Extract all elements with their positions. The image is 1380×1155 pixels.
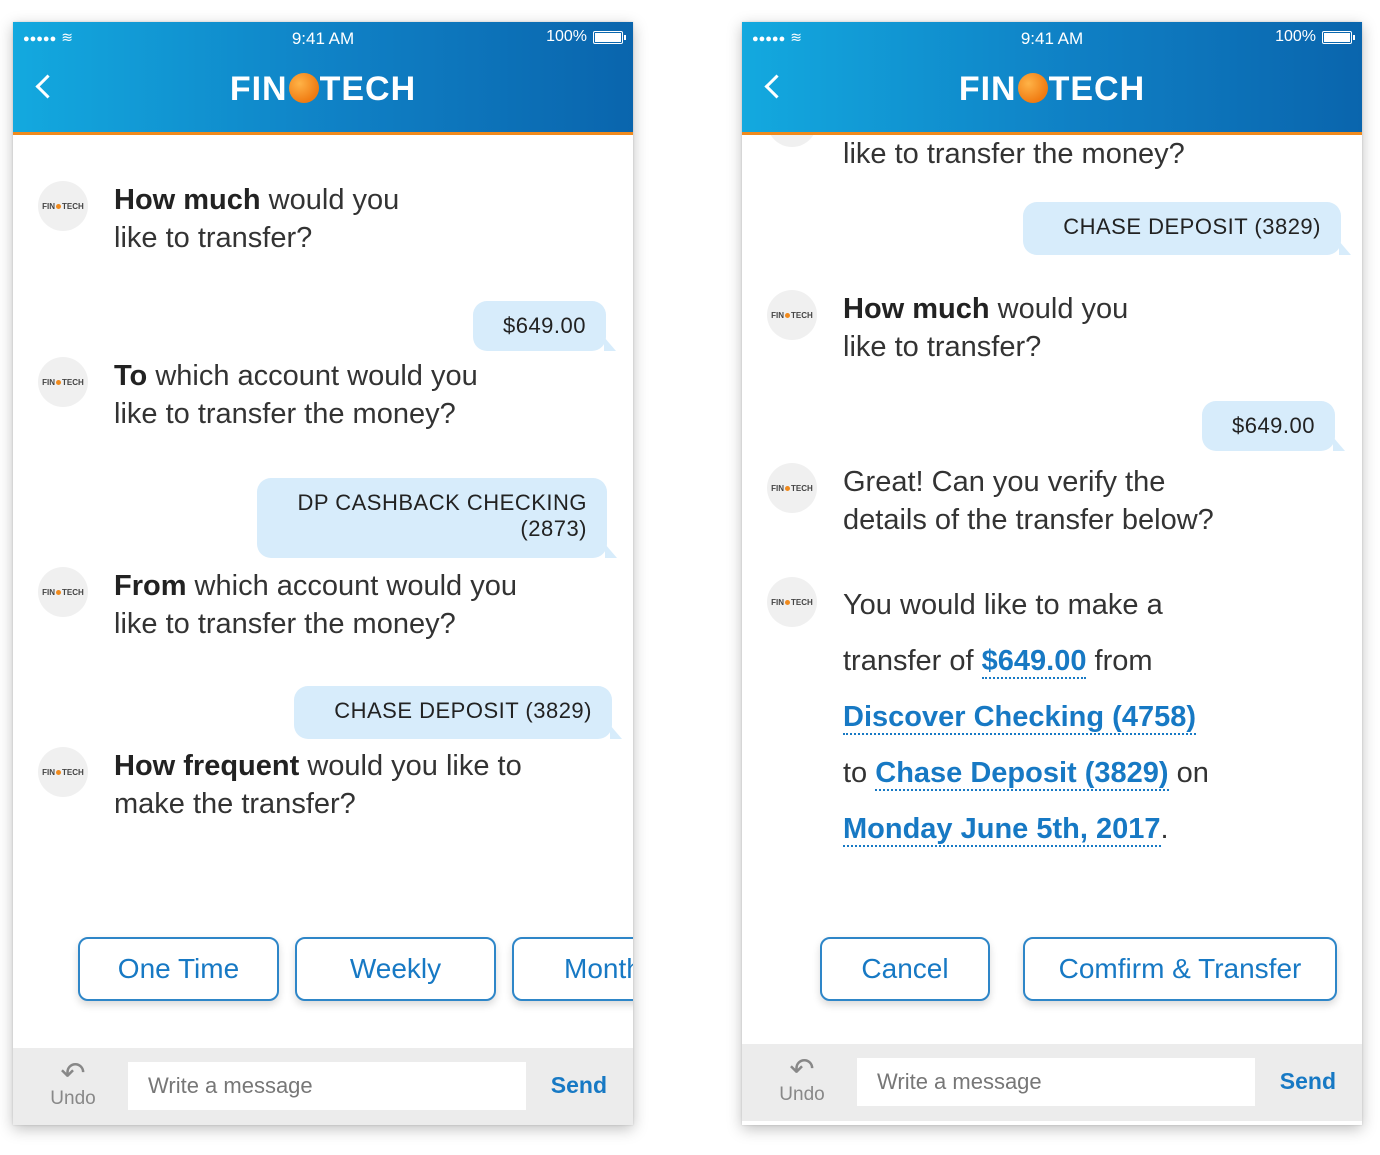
bot-message: FIN TECH Great! Can you verify the details…: [767, 463, 1214, 539]
avatar: FIN TECH: [767, 290, 817, 340]
app-header: ●●●●● ≋ 9:41 AM 100% FIN TECH: [742, 22, 1362, 135]
option-one-time-button[interactable]: One Time: [78, 937, 279, 1001]
transfer-summary-text: You would like to make a transfer of $64…: [843, 589, 1209, 847]
user-reply-bubble: $649.00: [1202, 401, 1345, 451]
status-time: 9:41 AM: [291, 29, 355, 48]
user-reply-bubble: CHASE DEPOSIT (3829): [294, 686, 622, 739]
battery-status: 100%: [546, 28, 626, 46]
bot-message-text: like to transfer the money?: [843, 138, 1185, 170]
avatar: FIN TECH: [38, 747, 88, 797]
send-button[interactable]: Send: [1280, 1068, 1336, 1095]
bot-message-text: How frequent would you like to make the t…: [114, 750, 522, 820]
battery-icon: [1322, 30, 1355, 44]
logo-dot-icon: [288, 73, 319, 103]
frequency-options: One Time Weekly Monthly: [13, 937, 633, 1007]
to-account-link[interactable]: Chase Deposit (3829): [875, 757, 1169, 791]
fintech-logo: FIN TECH: [229, 70, 417, 108]
status-time: 9:41 AM: [1020, 29, 1084, 48]
undo-button[interactable]: ↶ Undo: [43, 1057, 103, 1110]
bot-message: FIN TECH How frequent would you like to ma…: [38, 747, 522, 823]
bot-message-text: How much would you like to transfer?: [114, 184, 400, 254]
option-weekly-button[interactable]: Weekly: [295, 937, 496, 1001]
bot-message: FIN TECH How much would you like to transf…: [38, 181, 399, 257]
avatar: FIN TECH: [767, 577, 817, 627]
from-account-link[interactable]: Discover Checking (4758): [843, 701, 1196, 735]
send-button[interactable]: Send: [551, 1072, 607, 1099]
undo-icon: ↶: [60, 1057, 86, 1090]
avatar: FIN TECH: [767, 463, 817, 513]
option-monthly-button[interactable]: Monthly: [512, 937, 633, 1001]
logo-dot-icon: [1017, 73, 1048, 103]
bot-message: FIN TECH How much would you like to transf…: [767, 290, 1128, 366]
undo-button[interactable]: ↶ Undo: [772, 1053, 832, 1106]
transfer-summary-message: FIN TECH You would like to make a transfe…: [767, 577, 1209, 857]
bot-message-text: From which account would you like to tran…: [114, 570, 517, 640]
undo-label: Undo: [779, 1084, 825, 1105]
battery-status: 100%: [1275, 28, 1355, 46]
confirm-actions: Cancel Comfirm & Transfer: [742, 937, 1362, 1007]
undo-icon: ↶: [789, 1053, 815, 1086]
avatar: [767, 135, 817, 147]
confirm-transfer-button[interactable]: Comfirm & Transfer: [1023, 937, 1337, 1001]
amount-link[interactable]: $649.00: [981, 645, 1087, 679]
bot-message-text: Great! Can you verify the details of the …: [843, 466, 1214, 536]
user-reply-bubble: DP CASHBACK CHECKING (2873): [257, 478, 617, 558]
bot-message-text: How much would you like to transfer?: [843, 293, 1129, 363]
chat-thread[interactable]: FIN TECH How much would you like to transf…: [13, 135, 633, 1048]
date-link[interactable]: Monday June 5th, 2017: [843, 813, 1161, 847]
chat-thread[interactable]: like to transfer the money? CHASE DEPOSI…: [742, 135, 1362, 1048]
bot-message: FIN TECH To which account would you like t…: [38, 357, 478, 433]
cancel-button[interactable]: Cancel: [820, 937, 990, 1001]
undo-label: Undo: [50, 1088, 96, 1109]
app-header: ●●●●● ≋ 9:41 AM 100% FIN TECH: [13, 22, 633, 135]
message-composer: ↶ Undo Send: [742, 1044, 1362, 1121]
battery-percent: 100%: [546, 28, 587, 45]
message-composer: ↶ Undo Send: [13, 1048, 633, 1125]
chat-screen-right: ●●●●● ≋ 9:41 AM 100% FIN TECH like to tran…: [742, 22, 1362, 1125]
avatar: FIN TECH: [38, 357, 88, 407]
user-reply-bubble: $649.00: [473, 301, 616, 351]
message-input[interactable]: [128, 1062, 526, 1110]
bot-message: FIN TECH From which account would you like…: [38, 567, 517, 643]
chat-screen-left: ●●●●● ≋ 9:41 AM 100% FIN TECH FIN TECH How …: [13, 22, 633, 1125]
message-input[interactable]: [857, 1058, 1255, 1106]
battery-icon: [593, 30, 626, 44]
user-reply-bubble: CHASE DEPOSIT (3829): [1023, 202, 1351, 255]
battery-percent: 100%: [1275, 28, 1316, 45]
bot-message: like to transfer the money?: [767, 135, 1185, 173]
avatar: FIN TECH: [38, 181, 88, 231]
bot-message-text: To which account would you like to transf…: [114, 360, 478, 430]
avatar: FIN TECH: [38, 567, 88, 617]
fintech-logo: FIN TECH: [958, 70, 1146, 108]
